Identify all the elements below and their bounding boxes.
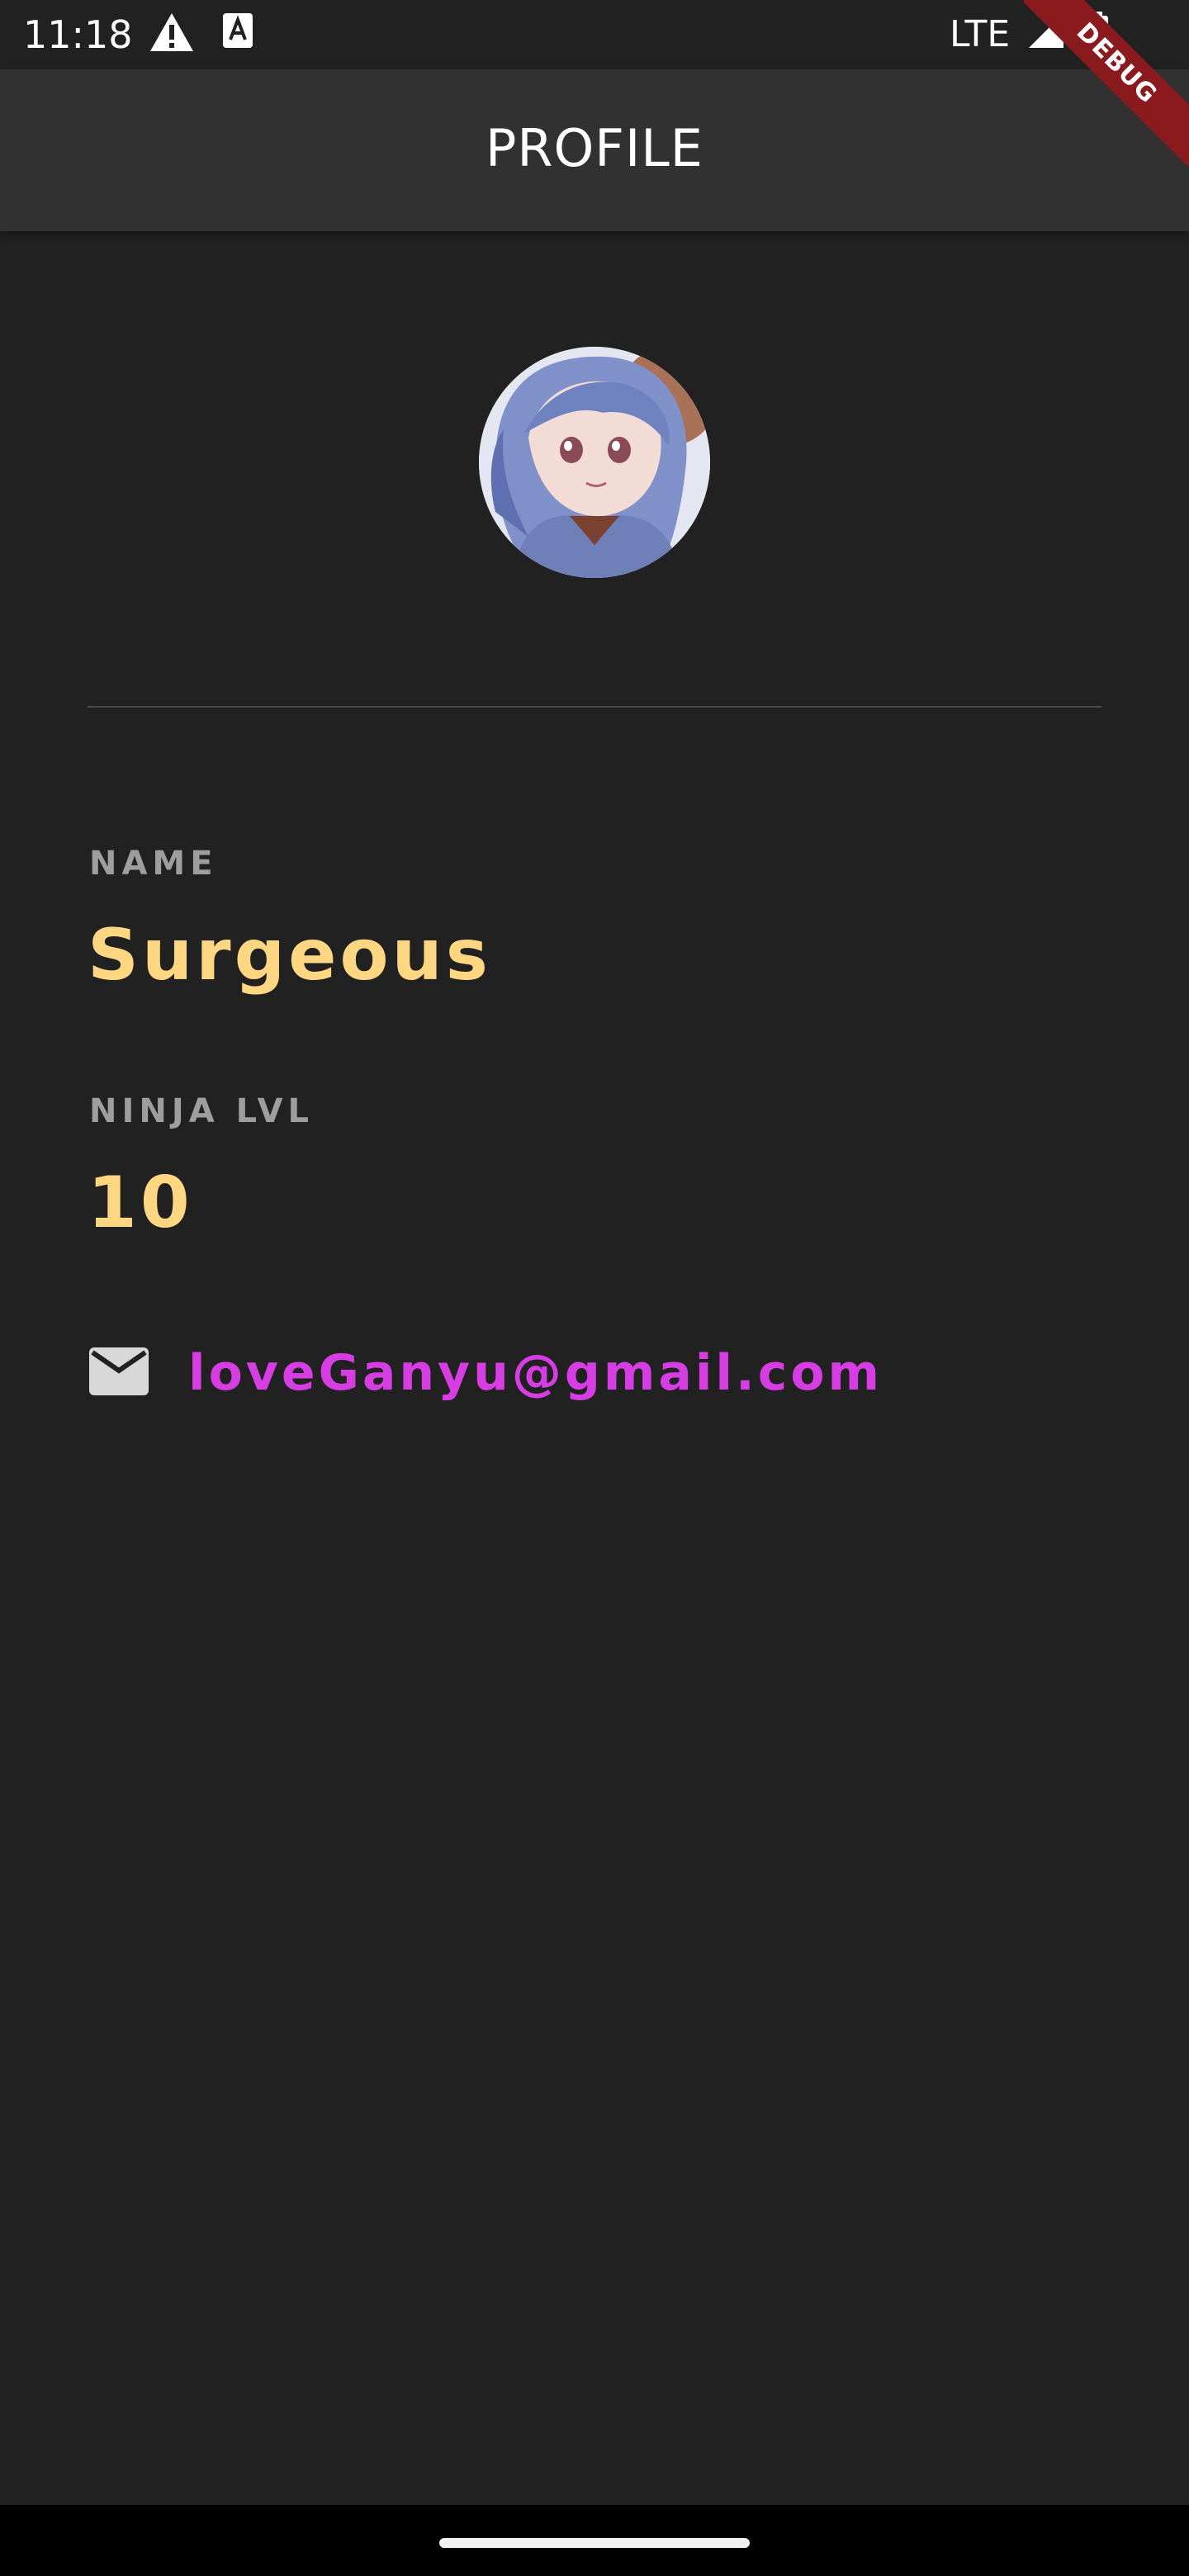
text-a-icon: [221, 12, 254, 54]
status-bar: 11:18 LTE: [0, 0, 1189, 69]
email-row: loveGanyu@gmail.com: [88, 1336, 883, 1410]
email-text: loveGanyu@gmail.com: [188, 1344, 883, 1402]
divider: [88, 706, 1101, 708]
name-label: NAME: [89, 845, 218, 883]
debug-label: DEBUG: [1024, 0, 1189, 165]
home-gesture-handle[interactable]: [439, 2538, 750, 2548]
navigation-bar: [0, 2505, 1189, 2576]
network-type: LTE: [950, 13, 1011, 55]
debug-banner: DEBUG: [1024, 0, 1189, 165]
profile-screen: 11:18 LTE PROFILE DEBUG NAME Surgeous NI…: [0, 0, 1189, 2576]
warning-icon: [149, 12, 195, 57]
ninja-level-value: 10: [88, 1162, 193, 1244]
page-title: PROFILE: [486, 118, 703, 178]
app-bar: PROFILE: [0, 69, 1189, 231]
status-time: 11:18: [23, 12, 133, 57]
mail-icon: [88, 1346, 150, 1401]
ninja-level-label: NINJA LVL: [89, 1092, 315, 1130]
name-value: Surgeous: [88, 914, 491, 997]
avatar-image: [479, 347, 710, 578]
avatar: [479, 347, 710, 578]
